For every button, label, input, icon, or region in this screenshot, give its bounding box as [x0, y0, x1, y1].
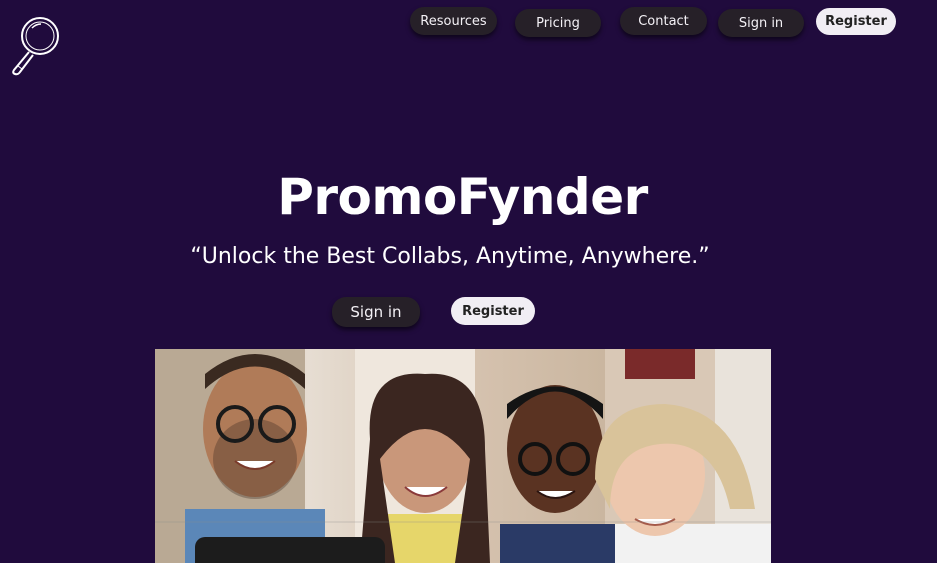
nav-contact-button[interactable]: Contact: [620, 7, 707, 35]
hero-tagline: “Unlock the Best Collabs, Anytime, Anywh…: [190, 244, 710, 269]
top-nav: Resources Pricing Contact Sign in Regist…: [0, 0, 937, 50]
nav-sign-in-button[interactable]: Sign in: [718, 9, 804, 37]
nav-pricing-button[interactable]: Pricing: [515, 9, 601, 37]
friends-selfie-illustration: [155, 349, 771, 563]
nav-resources-button[interactable]: Resources: [410, 7, 497, 35]
hero-photo: [155, 349, 771, 563]
hero-register-button[interactable]: Register: [451, 297, 535, 325]
nav-register-button[interactable]: Register: [816, 8, 896, 35]
hero-title: PromoFynder: [277, 168, 648, 226]
hero-sign-in-button[interactable]: Sign in: [332, 297, 420, 327]
